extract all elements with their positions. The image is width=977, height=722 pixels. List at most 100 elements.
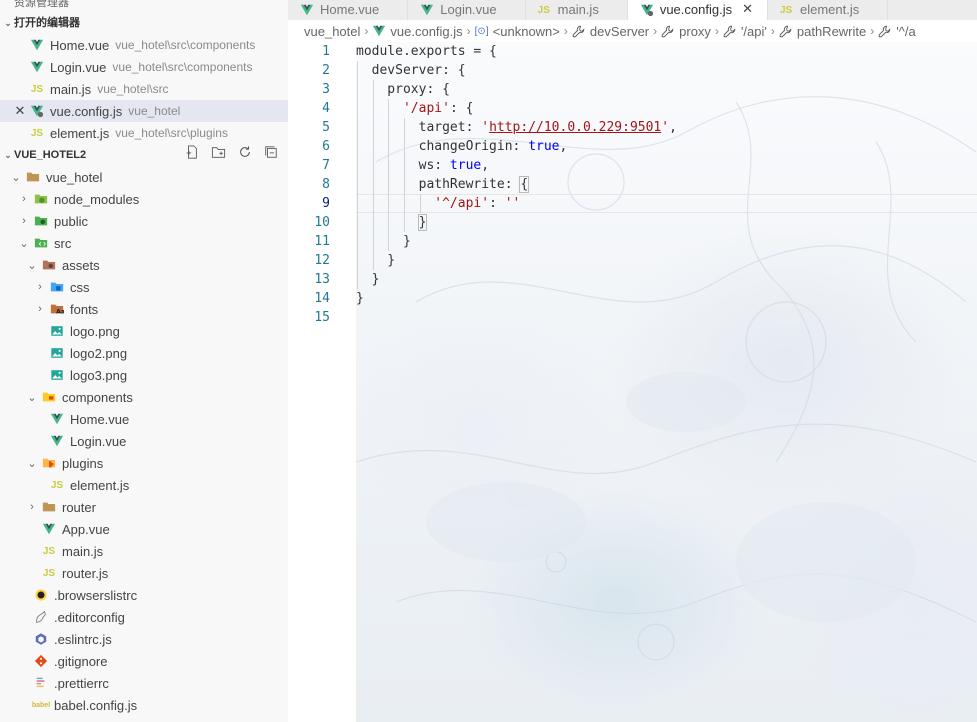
tree-file[interactable]: Login.vue <box>0 430 288 452</box>
indent-guide <box>372 156 374 175</box>
tree-folder[interactable]: ⌄ vue_hotel <box>0 166 288 188</box>
code-editor[interactable]: 1 2 3 4 5 6 7 8 9 10 11 12 13 14 15 module.exports = {… <box>288 42 977 722</box>
explorer-sidebar: 资源管理器 ⌄ 打开的编辑器 Home.vue vue_hotel\src\com… <box>0 0 288 722</box>
tree-folder[interactable]: ⌄ components <box>0 386 288 408</box>
code-line[interactable]: } <box>356 232 977 251</box>
open-editor-item[interactable]: Home.vue vue_hotel\src\components <box>0 34 288 56</box>
close-icon[interactable]: ✕ <box>14 103 26 119</box>
code-line[interactable]: '/api': { <box>356 99 977 118</box>
code-line[interactable]: changeOrigin: true, <box>356 137 977 156</box>
src-folder-icon <box>34 236 48 250</box>
indent-guide <box>403 175 405 194</box>
breadcrumb-item[interactable]: [⊙] <unknown> <box>475 24 560 39</box>
breadcrumb-item[interactable]: vue.config.js <box>372 24 463 39</box>
tab-vue-config-js[interactable]: vue.config.js ✕ <box>627 0 768 20</box>
code-line[interactable]: proxy: { <box>356 80 977 99</box>
open-editor-name: Home.vue <box>50 37 110 53</box>
tree-file[interactable]: .editorconfig <box>0 606 288 628</box>
indent-guide <box>357 80 358 99</box>
tree-folder[interactable]: ⌄ plugins <box>0 452 288 474</box>
code-line[interactable] <box>356 308 977 327</box>
chevron-right-icon: › <box>714 24 719 38</box>
code-line[interactable]: } <box>356 289 977 308</box>
code-token: } <box>356 272 380 287</box>
tree-file[interactable]: JS main.js <box>0 540 288 562</box>
indent-guide <box>357 213 358 232</box>
code-line[interactable]: ws: true, <box>356 156 977 175</box>
open-editor-item[interactable]: JS main.js vue_hotel\src <box>0 78 288 100</box>
tree-file[interactable]: babel babel.config.js <box>0 694 288 716</box>
tree-file[interactable]: JS element.js <box>0 474 288 496</box>
indent-guide <box>388 175 390 194</box>
open-editor-item[interactable]: ✕ vue.config.js vue_hotel <box>0 100 288 122</box>
code-token: module.exports = { <box>356 44 497 59</box>
breadcrumb-item[interactable]: pathRewrite <box>779 24 866 39</box>
public-folder-icon <box>34 214 48 228</box>
open-editor-path: vue_hotel <box>128 104 181 118</box>
code-line[interactable]: } <box>356 251 977 270</box>
tree-file[interactable]: logo2.png <box>0 342 288 364</box>
tree-file[interactable]: Home.vue <box>0 408 288 430</box>
line-number: 3 <box>322 82 330 97</box>
wrench-icon <box>661 24 675 38</box>
editor-pane: Home.vue Login.vue JS main.js vue.config.js ✕… <box>288 0 977 722</box>
breadcrumb-item[interactable]: devServer <box>572 24 649 39</box>
tree-folder[interactable]: ⌄ assets <box>0 254 288 276</box>
open-editors-header[interactable]: ⌄ 打开的编辑器 <box>0 12 288 34</box>
tree-file[interactable]: .gitignore <box>0 650 288 672</box>
tree-item-label: main.js <box>62 543 104 559</box>
tree-file[interactable]: logo3.png <box>0 364 288 386</box>
tree-file[interactable]: .eslintrc.js <box>0 628 288 650</box>
tree-folder[interactable]: › css <box>0 276 288 298</box>
indent-guide <box>388 99 390 118</box>
code-line[interactable]: pathRewrite: { <box>356 175 977 194</box>
code-line[interactable]: devServer: { <box>356 61 977 80</box>
tree-item-label: fonts <box>70 301 99 317</box>
refresh-icon[interactable] <box>238 144 252 166</box>
tree-file[interactable]: App.vue <box>0 518 288 540</box>
tree-item-label: App.vue <box>62 521 110 537</box>
close-icon[interactable]: ✕ <box>742 1 753 17</box>
indent-guide <box>372 175 374 194</box>
indent-guide <box>357 194 358 213</box>
line-number: 8 <box>322 177 330 192</box>
tree-folder[interactable]: ⌄ src <box>0 232 288 254</box>
vue-icon <box>30 60 44 74</box>
tree-folder[interactable]: › Aafonts <box>0 298 288 320</box>
open-editor-item[interactable]: JS element.js vue_hotel\src\plugins <box>0 122 288 144</box>
code-line[interactable]: } <box>356 270 977 289</box>
code-line[interactable]: } <box>356 213 977 232</box>
tree-file[interactable]: JS router.js <box>0 562 288 584</box>
tree-folder[interactable]: › node_modules <box>0 188 288 210</box>
code-line[interactable]: '^/api': '' <box>356 194 977 213</box>
tab-element-js[interactable]: JS element.js <box>768 0 889 20</box>
tree-file[interactable]: .prettierrc <box>0 672 288 694</box>
tab-main-js[interactable]: JS main.js <box>526 0 628 20</box>
code-token: , <box>481 158 490 173</box>
code-line[interactable]: target: 'http://10.0.0.229:9501', <box>356 118 977 137</box>
wrench-icon <box>572 24 586 38</box>
indent-guide <box>372 213 374 232</box>
breadcrumb-item[interactable]: '/api' <box>723 24 767 39</box>
collapse-all-icon[interactable] <box>264 144 278 166</box>
breadcrumb-item[interactable]: vue_hotel <box>304 24 360 39</box>
tree-file[interactable]: .browserslistrc <box>0 584 288 606</box>
tree-file[interactable]: logo.png <box>0 320 288 342</box>
tab-login-vue[interactable]: Login.vue <box>408 0 526 20</box>
breadcrumb-item[interactable]: proxy <box>661 24 711 39</box>
code-lines[interactable]: module.exports = { devServer: { proxy: {… <box>356 42 977 327</box>
breadcrumb-item[interactable]: '^/a <box>878 24 916 39</box>
tree-folder[interactable]: › public <box>0 210 288 232</box>
tab-label: vue.config.js <box>659 2 733 17</box>
workspace-header[interactable]: ⌄ VUE_HOTEL2 <box>0 144 288 166</box>
tree-folder[interactable]: › router <box>0 496 288 518</box>
code-line[interactable]: module.exports = { <box>356 42 977 61</box>
indent-guide <box>357 156 358 175</box>
svg-text:Aa: Aa <box>56 308 64 315</box>
tab-home-vue[interactable]: Home.vue <box>288 0 409 20</box>
new-file-icon[interactable] <box>185 144 199 166</box>
code-token: ' <box>661 120 670 135</box>
new-folder-icon[interactable] <box>211 144 226 166</box>
open-editor-item[interactable]: Login.vue vue_hotel\src\components <box>0 56 288 78</box>
indent-guide <box>419 194 421 213</box>
